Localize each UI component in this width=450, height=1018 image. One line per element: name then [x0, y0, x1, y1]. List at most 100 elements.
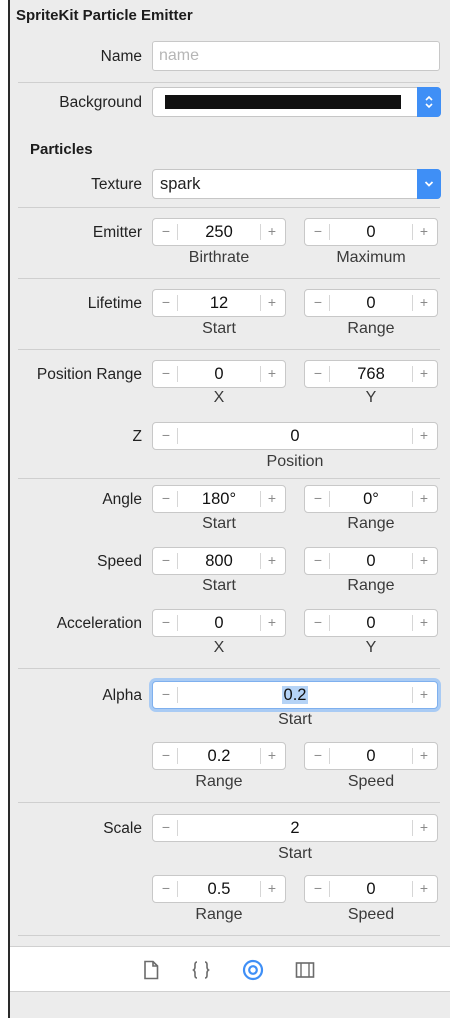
alpha-range-stepper[interactable]: − 0.2 + — [152, 742, 286, 770]
increment-button[interactable]: + — [260, 743, 283, 769]
birthrate-value[interactable]: 250 — [177, 219, 261, 245]
alpha-start-stepper[interactable]: − 0.2 + — [152, 681, 438, 709]
separator — [18, 278, 440, 279]
alpha-start-field[interactable]: 0.2 — [177, 682, 413, 708]
increment-button[interactable]: + — [260, 290, 283, 316]
speed-label: Speed — [97, 553, 142, 570]
increment-button[interactable]: + — [412, 486, 435, 512]
position-range-x-stepper[interactable]: − 0 + — [152, 360, 286, 388]
decrement-button[interactable]: − — [155, 682, 178, 708]
decrement-button[interactable]: − — [155, 486, 178, 512]
decrement-button[interactable]: − — [155, 290, 178, 316]
lifetime-range-stepper[interactable]: − 0 + — [304, 289, 438, 317]
background-label: Background — [59, 94, 142, 111]
increment-button[interactable]: + — [412, 423, 435, 449]
acceleration-x-caption: X — [213, 639, 225, 656]
inspector-toolbar — [10, 946, 450, 992]
scale-speed-stepper[interactable]: − 0 + — [304, 875, 438, 903]
increment-button[interactable]: + — [260, 219, 283, 245]
angle-start-stepper[interactable]: − 180° + — [152, 485, 286, 513]
increment-button[interactable]: + — [412, 548, 435, 574]
acceleration-y-value[interactable]: 0 — [329, 610, 413, 636]
scale-range-caption: Range — [195, 906, 243, 923]
decrement-button[interactable]: − — [155, 361, 178, 387]
alpha-start-value: 0.2 — [281, 686, 309, 704]
decrement-button[interactable]: − — [155, 219, 178, 245]
decrement-button[interactable]: − — [155, 423, 178, 449]
chevron-down-icon[interactable] — [417, 169, 441, 199]
decrement-button[interactable]: − — [155, 876, 178, 902]
texture-popup[interactable]: spark — [152, 169, 441, 199]
increment-button[interactable]: + — [260, 548, 283, 574]
decrement-button[interactable]: − — [155, 610, 178, 636]
alpha-range-value[interactable]: 0.2 — [177, 743, 261, 769]
speed-range-stepper[interactable]: − 0 + — [304, 547, 438, 575]
alpha-label: Alpha — [102, 687, 142, 704]
scale-start-value[interactable]: 2 — [177, 815, 413, 841]
speed-start-value[interactable]: 800 — [177, 548, 261, 574]
texture-label: Texture — [91, 176, 142, 193]
speed-range-value[interactable]: 0 — [329, 548, 413, 574]
birthrate-caption: Birthrate — [188, 249, 250, 266]
position-range-x-value[interactable]: 0 — [177, 361, 261, 387]
increment-button[interactable]: + — [412, 682, 435, 708]
name-field[interactable]: name — [152, 41, 440, 71]
decrement-button[interactable]: − — [307, 486, 330, 512]
acceleration-y-stepper[interactable]: − 0 + — [304, 609, 438, 637]
decrement-button[interactable]: − — [307, 610, 330, 636]
angle-range-stepper[interactable]: − 0° + — [304, 485, 438, 513]
increment-button[interactable]: + — [260, 876, 283, 902]
decrement-button[interactable]: − — [307, 743, 330, 769]
position-z-caption: Position — [266, 453, 324, 470]
decrement-button[interactable]: − — [155, 743, 178, 769]
position-z-value[interactable]: 0 — [177, 423, 413, 449]
scale-speed-value[interactable]: 0 — [329, 876, 413, 902]
lifetime-range-value[interactable]: 0 — [329, 290, 413, 316]
acceleration-x-value[interactable]: 0 — [177, 610, 261, 636]
position-z-stepper[interactable]: − 0 + — [152, 422, 438, 450]
separator — [18, 349, 440, 350]
decrement-button[interactable]: − — [307, 548, 330, 574]
angle-range-value[interactable]: 0° — [329, 486, 413, 512]
acceleration-x-stepper[interactable]: − 0 + — [152, 609, 286, 637]
lifetime-start-stepper[interactable]: − 12 + — [152, 289, 286, 317]
decrement-button[interactable]: − — [307, 361, 330, 387]
increment-button[interactable]: + — [412, 290, 435, 316]
decrement-button[interactable]: − — [307, 876, 330, 902]
scale-range-value[interactable]: 0.5 — [177, 876, 261, 902]
scale-range-stepper[interactable]: − 0.5 + — [152, 875, 286, 903]
position-range-x-caption: X — [213, 389, 225, 406]
chevron-up-down-icon[interactable] — [417, 87, 441, 117]
angle-start-value[interactable]: 180° — [177, 486, 261, 512]
alpha-speed-stepper[interactable]: − 0 + — [304, 742, 438, 770]
increment-button[interactable]: + — [260, 610, 283, 636]
position-range-y-stepper[interactable]: − 768 + — [304, 360, 438, 388]
size-inspector-icon[interactable] — [294, 959, 316, 981]
increment-button[interactable]: + — [260, 486, 283, 512]
increment-button[interactable]: + — [412, 361, 435, 387]
increment-button[interactable]: + — [260, 361, 283, 387]
birthrate-stepper[interactable]: − 250 + — [152, 218, 286, 246]
increment-button[interactable]: + — [412, 743, 435, 769]
speed-start-caption: Start — [202, 577, 236, 594]
alpha-speed-caption: Speed — [347, 773, 395, 790]
position-range-y-value[interactable]: 768 — [329, 361, 413, 387]
speed-start-stepper[interactable]: − 800 + — [152, 547, 286, 575]
attributes-inspector-icon[interactable] — [242, 959, 264, 981]
decrement-button[interactable]: − — [307, 219, 330, 245]
alpha-speed-value[interactable]: 0 — [329, 743, 413, 769]
increment-button[interactable]: + — [412, 610, 435, 636]
maximum-value[interactable]: 0 — [329, 219, 413, 245]
decrement-button[interactable]: − — [155, 815, 178, 841]
file-inspector-icon[interactable] — [140, 959, 162, 981]
decrement-button[interactable]: − — [307, 290, 330, 316]
decrement-button[interactable]: − — [155, 548, 178, 574]
increment-button[interactable]: + — [412, 219, 435, 245]
increment-button[interactable]: + — [412, 815, 435, 841]
background-color-popup[interactable] — [152, 87, 441, 117]
scale-start-stepper[interactable]: − 2 + — [152, 814, 438, 842]
lifetime-start-value[interactable]: 12 — [177, 290, 261, 316]
increment-button[interactable]: + — [412, 876, 435, 902]
quick-help-icon[interactable] — [190, 959, 212, 981]
maximum-stepper[interactable]: − 0 + — [304, 218, 438, 246]
